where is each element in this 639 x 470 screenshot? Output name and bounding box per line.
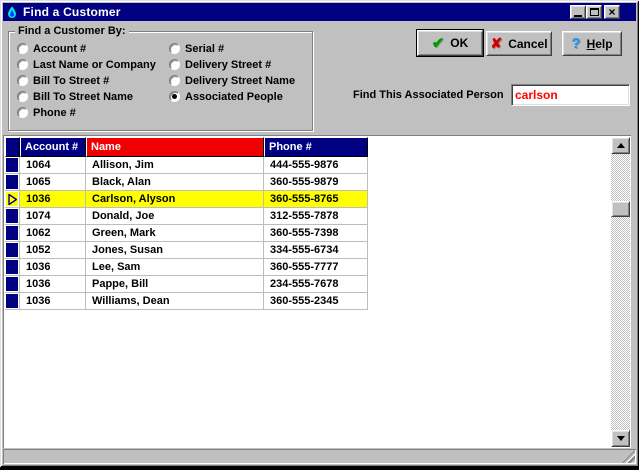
ok-label: OK [450, 36, 468, 50]
row-indicator-cell [5, 208, 20, 225]
close-icon: × [608, 7, 615, 17]
radio-phone-number[interactable]: Phone # [17, 106, 76, 119]
radio-icon [169, 43, 180, 54]
table-row[interactable]: 1036 Lee, Sam 360-555-7777 [5, 259, 368, 276]
help-label: Help [587, 37, 613, 51]
maximize-icon [590, 8, 599, 16]
find-by-groupbox: Find a Customer By: Account # Last Name … [8, 31, 313, 131]
radio-icon [169, 59, 180, 70]
radio-delivery-street-name[interactable]: Delivery Street Name [169, 74, 295, 87]
groupbox-legend: Find a Customer By: [15, 25, 129, 37]
radio-icon [169, 75, 180, 86]
maximize-button[interactable] [586, 5, 602, 19]
table-row[interactable]: 1074 Donald, Joe 312-555-7878 [5, 208, 368, 225]
radio-serial-number[interactable]: Serial # [169, 42, 224, 55]
table-row[interactable]: 1065 Black, Alan 360-555-9879 [5, 174, 368, 191]
minimize-icon [574, 15, 582, 17]
table-row[interactable]: 1062 Green, Mark 360-555-7398 [5, 225, 368, 242]
row-indicator-cell [5, 225, 20, 242]
question-icon: ? [571, 35, 580, 52]
arrow-down-icon [617, 436, 625, 441]
scrollbar-thumb[interactable] [611, 201, 630, 217]
row-indicator-cell [5, 242, 20, 259]
radio-icon [17, 75, 28, 86]
arrow-right-icon [5, 191, 20, 208]
row-indicator-cell [5, 276, 20, 293]
resize-grip[interactable] [622, 450, 635, 463]
customer-grid: Account # Name Phone # 1064 Allison, Jim… [5, 137, 368, 310]
radio-selected-icon [169, 91, 180, 102]
column-header-phone[interactable]: Phone # [264, 137, 368, 157]
column-header-account[interactable]: Account # [20, 137, 86, 157]
find-customer-dialog: Find a Customer × Find a Customer By: Ac… [0, 0, 639, 467]
grid-header-row: Account # Name Phone # [5, 137, 368, 157]
titlebar[interactable]: Find a Customer × [3, 3, 636, 21]
x-icon: ✘ [490, 35, 502, 52]
close-button[interactable]: × [604, 5, 620, 19]
customer-list: Account # Name Phone # 1064 Allison, Jim… [3, 135, 631, 448]
gutter-header-cell [5, 137, 20, 157]
window-title: Find a Customer [23, 5, 121, 19]
row-indicator-cell [5, 259, 20, 276]
table-row[interactable]: 1036 Pappe, Bill 234-555-7678 [5, 276, 368, 293]
check-icon: ✔ [432, 34, 445, 52]
ok-button[interactable]: ✔ OK [417, 30, 483, 56]
scroll-down-button[interactable] [611, 430, 630, 447]
minimize-button[interactable] [570, 5, 586, 19]
associated-person-input[interactable] [511, 84, 630, 106]
vertical-scrollbar[interactable] [611, 137, 630, 447]
radio-icon [17, 91, 28, 102]
cancel-label: Cancel [508, 37, 547, 51]
table-row-selected[interactable]: 1036 Carlson, Alyson 360-555-8765 [5, 191, 368, 208]
column-header-name-sorted[interactable]: Name [86, 137, 264, 157]
row-indicator-cell [5, 157, 20, 174]
radio-bill-to-street-number[interactable]: Bill To Street # [17, 74, 109, 87]
radio-account-number[interactable]: Account # [17, 42, 86, 55]
radio-last-name-or-company[interactable]: Last Name or Company [17, 58, 156, 71]
status-bar [3, 449, 636, 464]
radio-icon [17, 43, 28, 54]
help-button[interactable]: ? Help [562, 31, 622, 56]
radio-icon [17, 107, 28, 118]
table-row[interactable]: 1036 Williams, Dean 360-555-2345 [5, 293, 368, 310]
arrow-up-icon [617, 143, 625, 148]
radio-bill-to-street-name[interactable]: Bill To Street Name [17, 90, 133, 103]
radio-delivery-street-number[interactable]: Delivery Street # [169, 58, 271, 71]
row-indicator-cell [5, 293, 20, 310]
table-row[interactable]: 1064 Allison, Jim 444-555-9876 [5, 157, 368, 174]
radio-associated-people[interactable]: Associated People [169, 90, 283, 103]
search-label: Find This Associated Person [353, 89, 504, 101]
radio-icon [17, 59, 28, 70]
scroll-up-button[interactable] [611, 137, 630, 154]
cancel-button[interactable]: ✘ Cancel [486, 31, 552, 56]
table-row[interactable]: 1052 Jones, Susan 334-555-6734 [5, 242, 368, 259]
row-indicator-cell [5, 174, 20, 191]
flame-icon [5, 5, 19, 19]
